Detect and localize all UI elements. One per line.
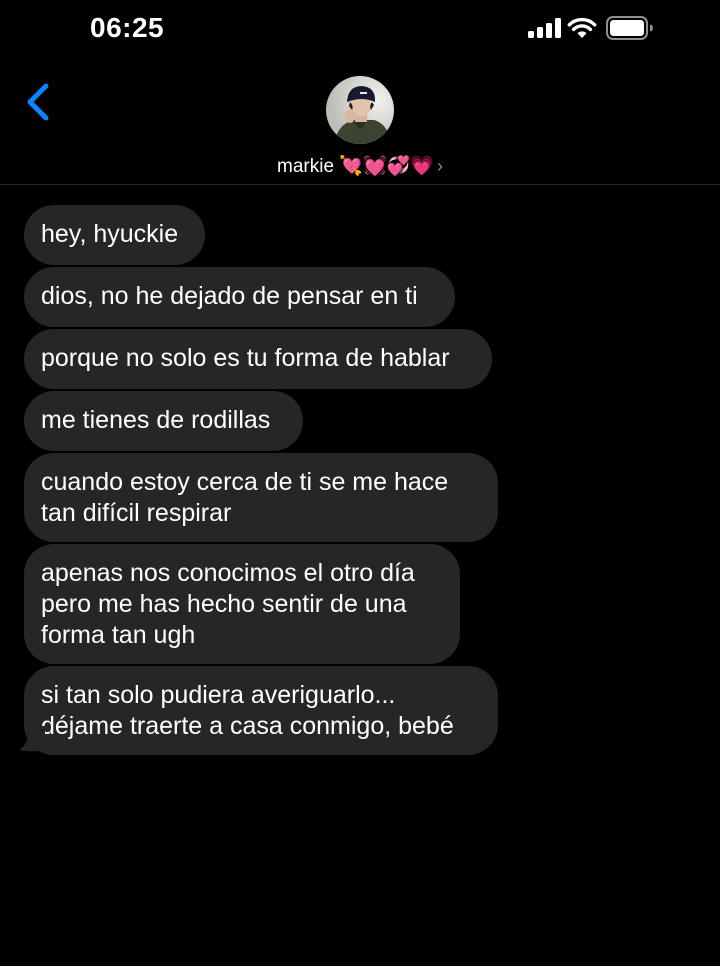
contact-name: markie 💘💓💞💗 <box>277 156 434 177</box>
received-message[interactable]: cuando estoy cerca de ti se me hace tan … <box>24 453 498 542</box>
chevron-right-icon: › <box>436 156 443 176</box>
battery-icon <box>606 16 653 40</box>
back-button[interactable] <box>18 80 62 124</box>
received-message[interactable]: si tan solo pudiera averiguarlo... déjam… <box>24 666 498 755</box>
received-message[interactable]: me tienes de rodillas <box>24 391 303 451</box>
bubble-tail <box>19 726 45 752</box>
received-message[interactable]: dios, no he dejado de pensar en ti <box>24 267 455 327</box>
message-text: dios, no he dejado de pensar en ti <box>41 282 418 310</box>
contact-name-button[interactable]: markie 💘💓💞💗 › <box>0 154 720 178</box>
wifi-icon <box>567 17 597 38</box>
status-bar: 06:25 <box>0 0 720 58</box>
message-line: pero me has hecho sentir de una <box>41 590 407 618</box>
avatar-photo <box>326 76 394 144</box>
chevron-left-icon <box>27 83 49 121</box>
received-message[interactable]: apenas nos conocimos el otro día pero me… <box>24 544 460 664</box>
message-line: déjame traerte a casa conmigo, bebé <box>41 712 454 740</box>
received-message[interactable]: porque no solo es tu forma de hablar <box>24 329 492 389</box>
message-line: cuando estoy cerca de ti se me hace <box>41 468 449 496</box>
cellular-signal-icon <box>528 18 561 38</box>
status-time: 06:25 <box>90 12 165 43</box>
message-line: si tan solo pudiera averiguarlo... <box>41 681 396 709</box>
message-line: tan difícil respirar <box>41 499 232 527</box>
message-text: hey, hyuckie <box>41 220 179 248</box>
message-text: porque no solo es tu forma de hablar <box>41 344 450 372</box>
conversation-header: markie 💘💓💞💗 › <box>0 58 720 185</box>
message-line: apenas nos conocimos el otro día <box>41 559 415 587</box>
received-message[interactable]: hey, hyuckie <box>24 205 205 265</box>
message-line: forma tan ugh <box>41 621 196 649</box>
message-text: me tienes de rodillas <box>41 406 271 434</box>
contact-avatar[interactable] <box>326 76 394 144</box>
